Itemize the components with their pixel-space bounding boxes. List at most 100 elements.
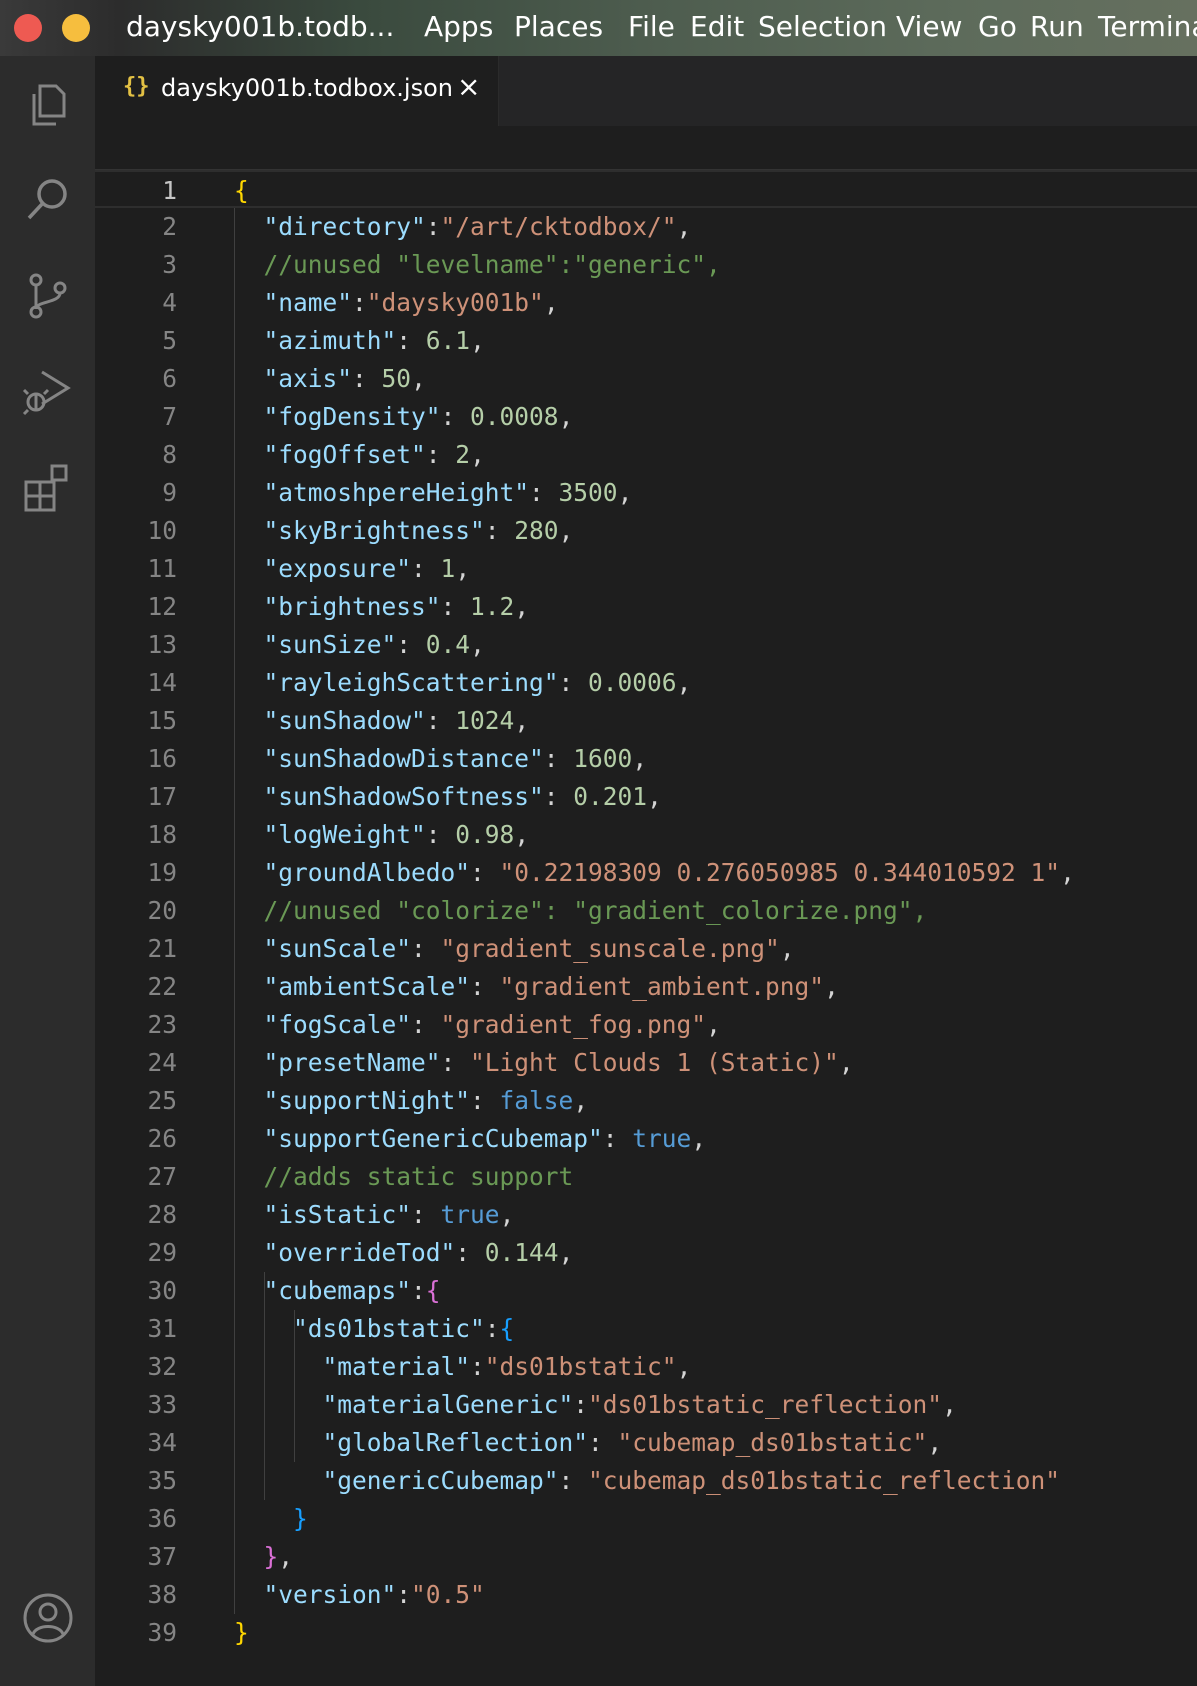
source-control-icon[interactable] bbox=[20, 268, 76, 324]
code-line[interactable]: 33 "materialGeneric":"ds01bstatic_reflec… bbox=[95, 1386, 1197, 1424]
code-token: : bbox=[411, 1276, 426, 1305]
code-line[interactable]: 32 "material":"ds01bstatic", bbox=[95, 1348, 1197, 1386]
breadcrumb bbox=[95, 126, 1197, 170]
code-line[interactable]: 20 //unused "colorize": "gradient_colori… bbox=[95, 892, 1197, 930]
code-token: , bbox=[514, 820, 530, 849]
code-line[interactable]: 7 "fogDensity": 0.0008, bbox=[95, 398, 1197, 436]
code-line[interactable]: 15 "sunShadow": 1024, bbox=[95, 702, 1197, 740]
window-title: daysky001b.todb... bbox=[126, 10, 395, 43]
code-line[interactable]: 27 //adds static support bbox=[95, 1158, 1197, 1196]
menu-places[interactable]: Places bbox=[514, 10, 603, 43]
code-line[interactable]: 30 "cubemaps":{ bbox=[95, 1272, 1197, 1310]
window-close-button[interactable] bbox=[14, 14, 42, 42]
code-token: , bbox=[676, 212, 692, 241]
line-code: //unused "levelname":"generic", bbox=[234, 246, 721, 284]
account-icon[interactable] bbox=[20, 1590, 76, 1646]
line-number: 28 bbox=[147, 1200, 177, 1229]
menu-run[interactable]: Run bbox=[1030, 10, 1084, 43]
code-line[interactable]: 4 "name":"daysky001b", bbox=[95, 284, 1197, 322]
code-line[interactable]: 3 //unused "levelname":"generic", bbox=[95, 246, 1197, 284]
code-line[interactable]: 18 "logWeight": 0.98, bbox=[95, 816, 1197, 854]
code-line[interactable]: 6 "axis": 50, bbox=[95, 360, 1197, 398]
code-line[interactable]: 34 "globalReflection": "cubemap_ds01bsta… bbox=[95, 1424, 1197, 1462]
code-token: : bbox=[543, 744, 574, 773]
code-line[interactable]: 39} bbox=[95, 1614, 1197, 1652]
code-token: 0.144 bbox=[484, 1238, 559, 1267]
menu-go[interactable]: Go bbox=[978, 10, 1017, 43]
code-token: , bbox=[558, 1238, 574, 1267]
code-line[interactable]: 19 "groundAlbedo": "0.22198309 0.2760509… bbox=[95, 854, 1197, 892]
code-line[interactable]: 11 "exposure": 1, bbox=[95, 550, 1197, 588]
run-debug-icon[interactable] bbox=[20, 364, 76, 420]
code-line[interactable]: 24 "presetName": "Light Clouds 1 (Static… bbox=[95, 1044, 1197, 1082]
code-line[interactable]: 38 "version":"0.5" bbox=[95, 1576, 1197, 1614]
code-token: 1024 bbox=[455, 706, 515, 735]
code-line[interactable]: 17 "sunShadowSoftness": 0.201, bbox=[95, 778, 1197, 816]
code-line[interactable]: 22 "ambientScale": "gradient_ambient.png… bbox=[95, 968, 1197, 1006]
code-editor[interactable]: 1{2 "directory":"/art/cktodbox/", 3 //unu… bbox=[95, 170, 1197, 1686]
line-number: 15 bbox=[147, 706, 177, 735]
code-line[interactable]: 36 } bbox=[95, 1500, 1197, 1538]
line-number: 13 bbox=[147, 630, 177, 659]
code-token: "gradient_fog.png" bbox=[440, 1010, 707, 1039]
line-code: //adds static support bbox=[234, 1158, 574, 1196]
line-code: "exposure": 1, bbox=[234, 550, 471, 588]
code-token: , bbox=[691, 1124, 707, 1153]
code-token: 50 bbox=[381, 364, 412, 393]
code-token: "isStatic" bbox=[263, 1200, 412, 1229]
code-line[interactable]: 28 "isStatic": true, bbox=[95, 1196, 1197, 1234]
code-line[interactable]: 14 "rayleighScattering": 0.0006, bbox=[95, 664, 1197, 702]
tab-bar: {} daysky001b.todbox.json × bbox=[95, 56, 1197, 127]
code-token: : bbox=[396, 326, 426, 355]
code-line[interactable]: 37 }, bbox=[95, 1538, 1197, 1576]
code-line[interactable]: 12 "brightness": 1.2, bbox=[95, 588, 1197, 626]
code-line[interactable]: 5 "azimuth": 6.1, bbox=[95, 322, 1197, 360]
extensions-icon[interactable] bbox=[20, 460, 76, 516]
code-token: } bbox=[263, 1542, 279, 1571]
code-line[interactable]: 13 "sunSize": 0.4, bbox=[95, 626, 1197, 664]
tab-daysky001b-json[interactable]: {} daysky001b.todbox.json × bbox=[95, 56, 499, 126]
code-token: , bbox=[927, 1428, 943, 1457]
menu-apps[interactable]: Apps bbox=[424, 10, 493, 43]
code-token: "materialGeneric" bbox=[322, 1390, 574, 1419]
code-line[interactable]: 21 "sunScale": "gradient_sunscale.png", bbox=[95, 930, 1197, 968]
code-token: , bbox=[824, 972, 839, 1001]
line-number: 39 bbox=[147, 1618, 177, 1647]
code-line[interactable]: 23 "fogScale": "gradient_fog.png", bbox=[95, 1006, 1197, 1044]
code-token: "cubemaps" bbox=[263, 1276, 412, 1305]
code-line[interactable]: 1{ bbox=[95, 170, 1197, 208]
files-icon[interactable] bbox=[20, 76, 76, 132]
code-line[interactable]: 31 "ds01bstatic":{ bbox=[95, 1310, 1197, 1348]
line-code: "ds01bstatic":{ bbox=[234, 1310, 514, 1348]
menu-view[interactable]: View bbox=[896, 10, 962, 43]
code-line[interactable]: 9 "atmoshpereHeight": 3500, bbox=[95, 474, 1197, 512]
code-token: } bbox=[293, 1504, 308, 1533]
menu-edit[interactable]: Edit bbox=[690, 10, 744, 43]
line-code: } bbox=[234, 1500, 308, 1538]
search-icon[interactable] bbox=[20, 172, 76, 228]
code-line[interactable]: 8 "fogOffset": 2, bbox=[95, 436, 1197, 474]
line-number: 3 bbox=[162, 250, 177, 279]
code-line[interactable]: 2 "directory":"/art/cktodbox/", bbox=[95, 208, 1197, 246]
code-line[interactable]: 25 "supportNight": false, bbox=[95, 1082, 1197, 1120]
code-line[interactable]: 16 "sunShadowDistance": 1600, bbox=[95, 740, 1197, 778]
tab-close-icon[interactable]: × bbox=[457, 70, 480, 103]
code-line[interactable]: 29 "overrideTod": 0.144, bbox=[95, 1234, 1197, 1272]
window-minimize-button[interactable] bbox=[62, 14, 90, 42]
line-number: 7 bbox=[162, 402, 177, 431]
code-token: , bbox=[676, 668, 692, 697]
code-line[interactable]: 26 "supportGenericCubemap": true, bbox=[95, 1120, 1197, 1158]
code-token: , bbox=[558, 516, 574, 545]
line-number: 4 bbox=[162, 288, 177, 317]
code-token: "sunShadowDistance" bbox=[263, 744, 544, 773]
menu-terminal[interactable]: Termina bbox=[1098, 10, 1197, 43]
menu-selection[interactable]: Selection bbox=[758, 10, 887, 43]
code-token: : bbox=[470, 1352, 485, 1381]
code-line[interactable]: 10 "skyBrightness": 280, bbox=[95, 512, 1197, 550]
menu-file[interactable]: File bbox=[628, 10, 675, 43]
code-line[interactable]: 35 "genericCubemap": "cubemap_ds01bstati… bbox=[95, 1462, 1197, 1500]
